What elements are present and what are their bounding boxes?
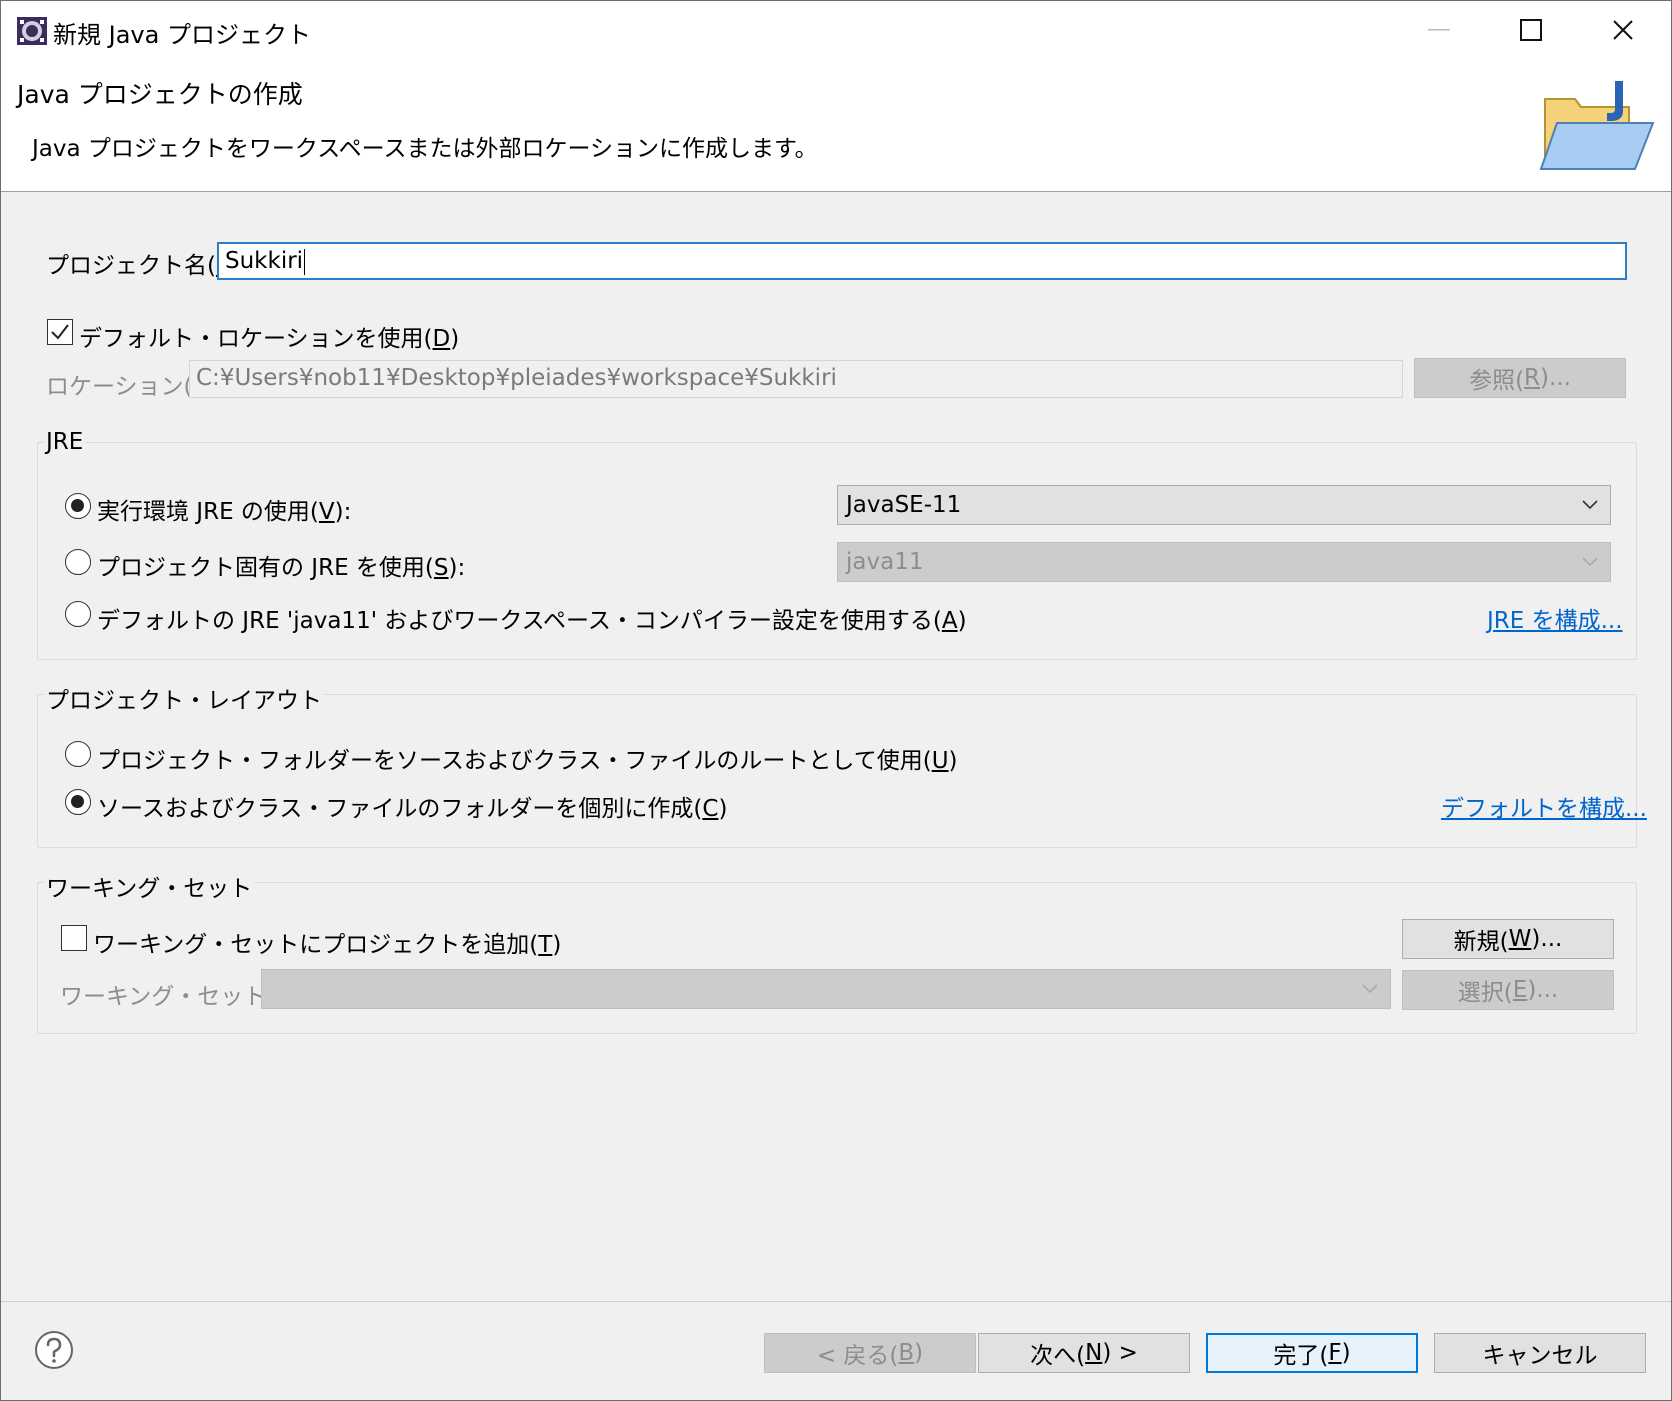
layout-root-prefix: プロジェクト・フォルダーをソースおよびクラス・ファイルのルートとして使用(	[97, 748, 932, 774]
wizard-header: Java プロジェクトの作成 Java プロジェクトをワークスペースまたは外部ロ…	[1, 59, 1671, 192]
back-suffix: )	[914, 1340, 924, 1366]
wizard-page-title: Java プロジェクトの作成	[17, 80, 303, 109]
jre-env-label[interactable]: 実行環境 JRE の使用(V):	[97, 492, 351, 526]
working-set-select[interactable]	[261, 969, 1391, 1009]
eclipse-app-icon	[17, 17, 47, 45]
help-icon[interactable]	[34, 1330, 74, 1370]
jre-default-mnemonic: A	[941, 608, 958, 634]
next-mnemonic: N	[1085, 1340, 1103, 1366]
new-working-set-mnemonic: W	[1508, 926, 1532, 952]
add-to-working-set-checkbox[interactable]	[61, 925, 87, 951]
close-icon	[1613, 20, 1633, 40]
project-layout-group-title: プロジェクト・レイアウト	[44, 681, 324, 715]
browse-suffix: )...	[1540, 365, 1571, 391]
select-working-set-suffix: )...	[1527, 977, 1559, 1003]
jre-env-select[interactable]: JavaSE-11	[837, 485, 1611, 525]
finish-prefix: 完了(	[1273, 1343, 1329, 1369]
maximize-button[interactable]	[1485, 1, 1577, 59]
add-to-working-set-label[interactable]: ワーキング・セットにプロジェクトを追加(T)	[93, 925, 561, 959]
working-set-label-prefix: ワーキング・セット(	[60, 984, 276, 1010]
jre-project-mnemonic: S	[433, 555, 449, 581]
next-prefix: 次へ(	[1030, 1343, 1086, 1369]
title-bar: 新規 Java プロジェクト	[1, 1, 1671, 59]
wizard-page-description: Java プロジェクトをワークスペースまたは外部ロケーションに作成します。	[32, 136, 818, 162]
browse-prefix: 参照(	[1469, 368, 1525, 394]
checkmark-icon	[51, 324, 69, 340]
chevron-down-icon	[1582, 557, 1598, 567]
use-default-location-prefix: デフォルト・ロケーションを使用(	[79, 326, 433, 352]
maximize-icon	[1520, 19, 1542, 41]
jre-group-title: JRE	[44, 429, 86, 455]
new-java-project-dialog: 新規 Java プロジェクト Java プロジェクトの作成 Java プロジェク…	[0, 0, 1672, 1401]
location-label-prefix: ロケーション(	[46, 374, 193, 400]
add-to-working-set-suffix: )	[552, 932, 562, 958]
jre-project-selected-value: java11	[846, 549, 924, 575]
jre-default-suffix: )	[957, 608, 967, 634]
project-name-input[interactable]: Sukkiri	[217, 242, 1627, 280]
add-to-working-set-mnemonic: T	[538, 932, 553, 958]
layout-separate-mnemonic: C	[702, 796, 719, 822]
chevron-down-icon	[1362, 984, 1378, 994]
chevron-down-icon	[1582, 500, 1598, 510]
minimize-icon	[1428, 29, 1450, 31]
new-working-set-suffix: )...	[1531, 926, 1563, 952]
java-project-folder-icon	[1539, 81, 1655, 170]
next-button[interactable]: 次へ(N) >	[978, 1333, 1190, 1373]
working-set-group-title: ワーキング・セット	[44, 869, 255, 903]
select-working-set-prefix: 選択(	[1457, 980, 1513, 1006]
layout-separate-label[interactable]: ソースおよびクラス・ファイルのフォルダーを個別に作成(C)	[97, 789, 727, 823]
back-prefix: < 戻る(	[816, 1343, 899, 1369]
jre-env-mnemonic: V	[318, 499, 335, 525]
jre-default-radio[interactable]	[65, 601, 91, 627]
browse-mnemonic: R	[1524, 365, 1541, 391]
jre-env-selected-value: JavaSE-11	[846, 492, 962, 518]
finish-mnemonic: F	[1328, 1340, 1342, 1366]
layout-separate-prefix: ソースおよびクラス・ファイルのフォルダーを個別に作成(	[97, 796, 703, 822]
use-default-location-mnemonic: D	[432, 326, 451, 352]
new-working-set-prefix: 新規(	[1453, 929, 1509, 955]
jre-project-radio[interactable]	[65, 549, 91, 575]
select-working-set-mnemonic: E	[1512, 977, 1528, 1003]
layout-root-label[interactable]: プロジェクト・フォルダーをソースおよびクラス・ファイルのルートとして使用(U)	[97, 741, 958, 775]
layout-root-suffix: )	[948, 748, 958, 774]
cancel-label: キャンセル	[1482, 1343, 1598, 1369]
minimize-button[interactable]	[1393, 1, 1485, 59]
use-default-location-label[interactable]: デフォルト・ロケーションを使用(D)	[79, 319, 459, 353]
window-title: 新規 Java プロジェクト	[53, 21, 311, 49]
back-mnemonic: B	[898, 1340, 915, 1366]
use-default-location-suffix: )	[450, 326, 460, 352]
use-default-location-checkbox[interactable]	[47, 319, 73, 345]
jre-env-suffix: ):	[334, 499, 352, 525]
jre-default-prefix: デフォルトの JRE 'java11' およびワークスペース・コンパイラー設定を…	[97, 608, 942, 634]
jre-project-label[interactable]: プロジェクト固有の JRE を使用(S):	[97, 548, 465, 582]
finish-suffix: )	[1341, 1340, 1351, 1366]
layout-root-radio[interactable]	[65, 741, 91, 767]
layout-separate-radio[interactable]	[65, 789, 91, 815]
layout-root-mnemonic: U	[931, 748, 949, 774]
add-to-working-set-prefix: ワーキング・セットにプロジェクトを追加(	[93, 932, 539, 958]
cancel-button[interactable]: キャンセル	[1434, 1333, 1646, 1373]
configure-default-layout-link[interactable]: デフォルトを構成...	[1441, 789, 1647, 823]
new-working-set-button[interactable]: 新規(W)...	[1402, 919, 1614, 959]
jre-env-radio[interactable]	[65, 493, 91, 519]
layout-separate-suffix: )	[718, 796, 728, 822]
select-working-set-button[interactable]: 選択(E)...	[1402, 970, 1614, 1010]
jre-env-prefix: 実行環境 JRE の使用(	[97, 499, 319, 525]
close-button[interactable]	[1577, 1, 1669, 59]
back-button[interactable]: < 戻る(B)	[764, 1333, 976, 1373]
configure-jre-link[interactable]: JRE を構成...	[1487, 601, 1623, 635]
project-name-label-prefix: プロジェクト名(	[46, 253, 216, 279]
jre-project-suffix: ):	[448, 555, 466, 581]
footer-separator	[1, 1301, 1671, 1302]
jre-project-prefix: プロジェクト固有の JRE を使用(	[97, 555, 434, 581]
jre-project-select[interactable]: java11	[837, 542, 1611, 582]
jre-default-label[interactable]: デフォルトの JRE 'java11' およびワークスペース・コンパイラー設定を…	[97, 601, 967, 635]
location-value: C:¥Users¥nob11¥Desktop¥pleiades¥workspac…	[196, 365, 837, 391]
project-name-value: Sukkiri	[225, 248, 304, 274]
location-input[interactable]: C:¥Users¥nob11¥Desktop¥pleiades¥workspac…	[189, 360, 1403, 398]
next-suffix: ) >	[1102, 1340, 1138, 1366]
finish-button[interactable]: 完了(F)	[1206, 1333, 1418, 1373]
browse-location-button[interactable]: 参照(R)...	[1414, 358, 1626, 398]
text-caret	[304, 248, 306, 275]
